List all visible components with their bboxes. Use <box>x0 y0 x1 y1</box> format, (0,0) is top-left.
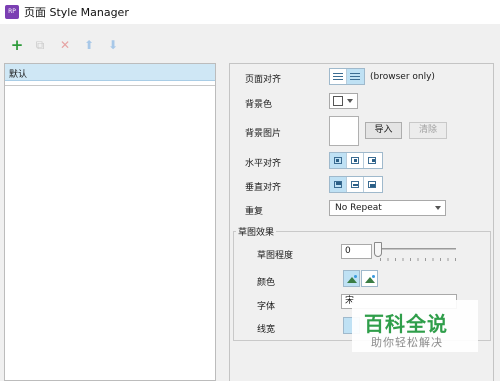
sketch-level-slider-thumb[interactable] <box>374 242 382 257</box>
window-title: 页面 Style Manager <box>24 6 129 19</box>
title-bar: RP 页面 Style Manager <box>0 0 500 24</box>
page-align-left-button[interactable] <box>330 69 347 84</box>
page-align-toggle[interactable] <box>329 68 365 85</box>
duplicate-style-button[interactable]: ⧉ <box>33 38 47 52</box>
repeat-label: 重复 <box>245 207 264 217</box>
page-align-center-button[interactable] <box>347 69 364 84</box>
delete-style-button[interactable]: ✕ <box>58 38 72 52</box>
sketch-level-input[interactable]: 0 <box>341 244 372 259</box>
bg-image-label: 背景图片 <box>245 129 282 139</box>
color-swatch <box>333 96 343 106</box>
repeat-value: No Repeat <box>335 203 382 213</box>
import-button[interactable]: 导入 <box>365 122 402 139</box>
move-up-button[interactable]: ⬆ <box>82 38 96 52</box>
add-style-button[interactable]: + <box>10 38 24 53</box>
list-divider <box>5 85 215 86</box>
repeat-select[interactable]: No Repeat <box>329 200 446 216</box>
sketch-level-slider-track[interactable] <box>380 248 456 250</box>
clear-button[interactable]: 清除 <box>409 122 447 139</box>
sketch-color-label: 颜色 <box>257 278 276 288</box>
color-image-icon <box>347 275 357 283</box>
browser-only-note: (browser only) <box>370 72 435 82</box>
bg-color-picker[interactable] <box>329 93 358 109</box>
sketch-color-button[interactable] <box>343 270 360 287</box>
sketch-font-label: 字体 <box>257 302 276 312</box>
align-center-icon <box>351 157 359 164</box>
align-center-icon <box>350 73 360 81</box>
v-align-toggle[interactable] <box>329 176 383 193</box>
align-right-icon <box>368 157 376 164</box>
list-item-label: 默认 <box>9 70 28 80</box>
sketch-level-label: 草图程度 <box>257 251 294 261</box>
bg-image-preview <box>329 116 359 146</box>
sketch-line-width-label: 线宽 <box>257 325 276 335</box>
page-align-label: 页面对齐 <box>245 75 282 85</box>
h-align-left-button[interactable] <box>330 153 347 168</box>
watermark-title: 百科全说 <box>364 312 448 336</box>
h-align-toggle[interactable] <box>329 152 383 169</box>
slider-ticks <box>380 258 456 261</box>
align-left-icon <box>334 157 342 164</box>
h-align-right-button[interactable] <box>364 153 381 168</box>
align-left-icon <box>333 73 343 81</box>
list-item[interactable]: 默认 <box>5 64 215 81</box>
bg-color-label: 背景色 <box>245 100 273 110</box>
align-top-icon <box>334 181 342 188</box>
style-list[interactable]: 默认 <box>4 63 216 381</box>
move-down-button[interactable]: ⬇ <box>106 38 120 52</box>
v-align-bottom-button[interactable] <box>364 177 381 192</box>
sketch-grayscale-button[interactable] <box>361 270 378 287</box>
h-align-label: 水平对齐 <box>245 159 282 169</box>
align-bottom-icon <box>368 181 376 188</box>
h-align-center-button[interactable] <box>347 153 364 168</box>
sketch-effects-title: 草图效果 <box>236 225 277 238</box>
v-align-label: 垂直对齐 <box>245 183 282 193</box>
chevron-down-icon <box>347 99 353 103</box>
align-middle-icon <box>351 181 359 188</box>
watermark-subtitle: 助你轻松解决 <box>371 336 443 349</box>
grayscale-image-icon <box>365 275 375 283</box>
v-align-middle-button[interactable] <box>347 177 364 192</box>
app-icon: RP <box>5 5 19 19</box>
chevron-down-icon <box>435 206 441 210</box>
v-align-top-button[interactable] <box>330 177 347 192</box>
